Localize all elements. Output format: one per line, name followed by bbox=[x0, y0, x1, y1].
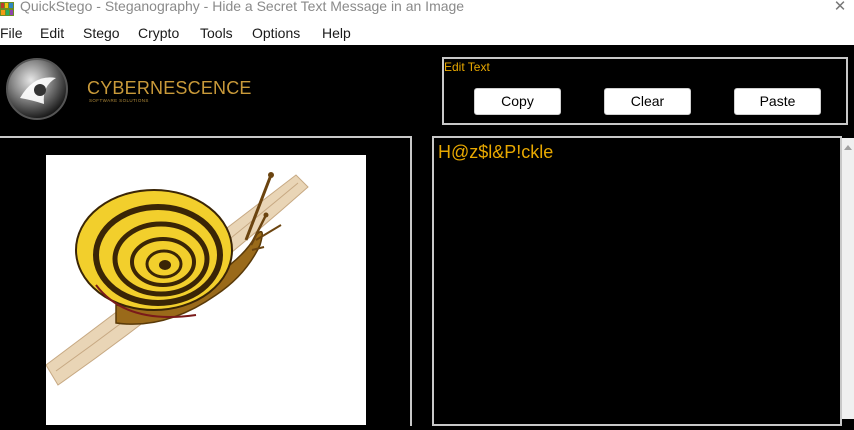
menu-options[interactable]: Options bbox=[252, 25, 300, 41]
scrollbar[interactable] bbox=[842, 138, 854, 419]
message-textarea[interactable]: H@z$l&P!ckle bbox=[432, 136, 842, 426]
clear-button[interactable]: Clear bbox=[604, 88, 691, 115]
app-icon bbox=[0, 2, 14, 16]
menu-bar: File Edit Stego Crypto Tools Options Hel… bbox=[0, 20, 854, 45]
snail-illustration bbox=[45, 172, 309, 386]
logo-tagline: SOFTWARE SOLUTIONS bbox=[89, 98, 149, 103]
logo-name: CYBERNESCENCE bbox=[87, 78, 252, 98]
paste-button[interactable]: Paste bbox=[734, 88, 821, 115]
scroll-up-icon[interactable] bbox=[842, 142, 854, 152]
message-text: H@z$l&P!ckle bbox=[438, 142, 554, 162]
snail-image bbox=[45, 155, 366, 425]
logo-orb-icon bbox=[6, 58, 68, 120]
menu-crypto[interactable]: Crypto bbox=[138, 25, 179, 41]
menu-tools[interactable]: Tools bbox=[200, 25, 233, 41]
title-bar: QuickStego - Steganography - Hide a Secr… bbox=[0, 0, 854, 20]
copy-button[interactable]: Copy bbox=[474, 88, 561, 115]
close-icon[interactable]: ✕ bbox=[826, 0, 854, 20]
menu-file[interactable]: File bbox=[0, 25, 23, 41]
menu-edit[interactable]: Edit bbox=[40, 25, 64, 41]
menu-help[interactable]: Help bbox=[322, 25, 351, 41]
edit-text-label: Edit Text bbox=[444, 60, 492, 74]
window-title: QuickStego - Steganography - Hide a Secr… bbox=[20, 0, 465, 14]
cybernescence-logo: CYBERNESCENCE SOFTWARE SOLUTIONS bbox=[4, 56, 251, 126]
menu-stego[interactable]: Stego bbox=[83, 25, 120, 41]
